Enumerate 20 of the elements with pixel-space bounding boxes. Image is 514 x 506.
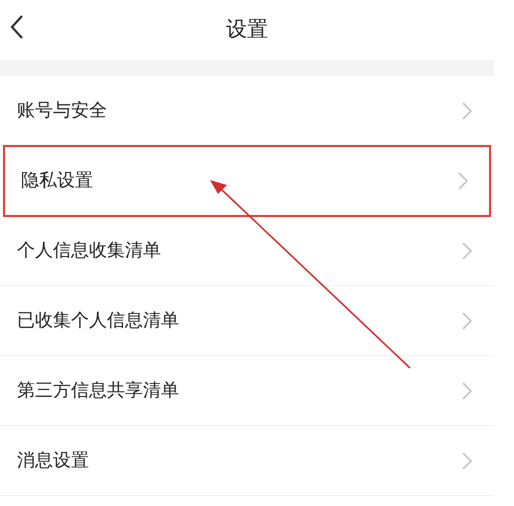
row-label: 第三方信息共享清单 — [17, 379, 179, 403]
page-title: 设置 — [226, 16, 268, 44]
row-label: 账号与安全 — [17, 99, 107, 123]
row-label: 消息设置 — [17, 449, 89, 473]
back-icon — [10, 14, 24, 40]
row-label: 个人信息收集清单 — [17, 239, 161, 263]
settings-row[interactable]: 隐私设置 — [4, 146, 490, 216]
settings-row[interactable]: 个人信息收集清单 — [0, 216, 494, 286]
chevron-right-icon — [462, 312, 472, 330]
row-label: 隐私设置 — [21, 169, 93, 193]
settings-row[interactable]: 已收集个人信息清单 — [0, 286, 494, 356]
chevron-right-icon — [458, 172, 468, 190]
settings-row[interactable]: 消息设置 — [0, 426, 494, 496]
row-label: 已收集个人信息清单 — [17, 309, 179, 333]
chevron-right-icon — [462, 102, 472, 120]
chevron-right-icon — [462, 452, 472, 470]
settings-row[interactable]: 第三方信息共享清单 — [0, 356, 494, 426]
chevron-right-icon — [462, 382, 472, 400]
settings-row[interactable]: 账号与安全 — [0, 76, 494, 146]
chevron-right-icon — [462, 242, 472, 260]
